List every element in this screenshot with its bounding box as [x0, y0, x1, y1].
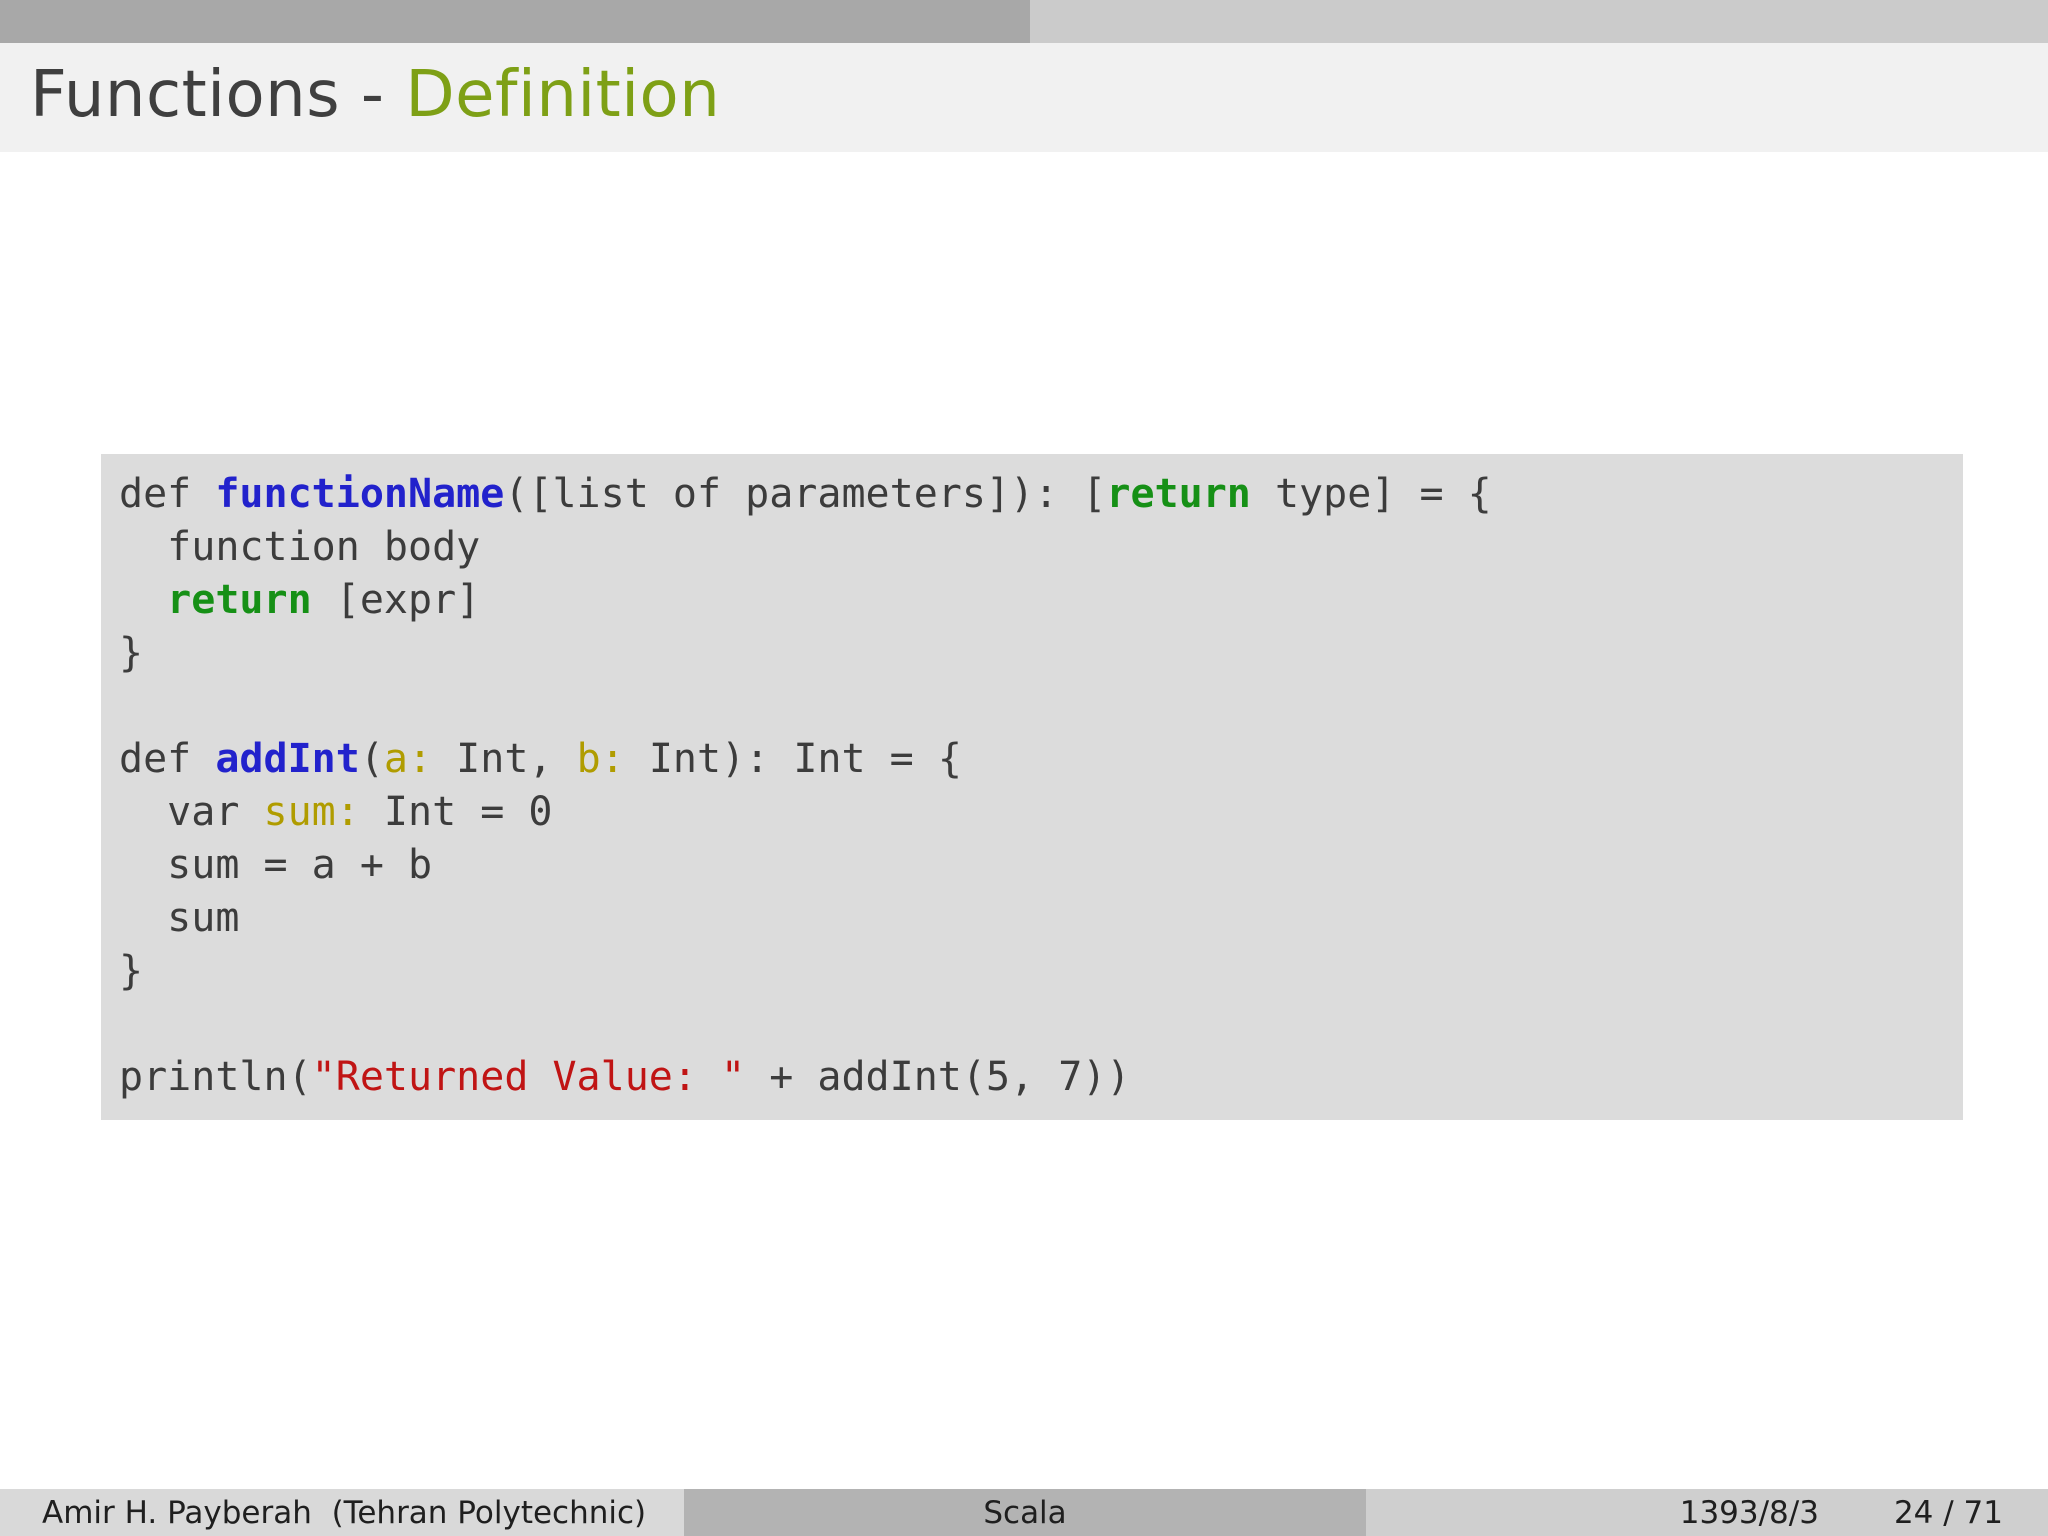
footer-date-page-segment: 1393/8/3 24 / 71 [1366, 1489, 2048, 1536]
top-bar-left-segment [0, 0, 1031, 43]
top-bar-right-segment [1030, 0, 2048, 43]
code-token: def [119, 736, 216, 782]
footer-bar: Amir H. Payberah (Tehran Polytechnic) Sc… [0, 1489, 2048, 1536]
code-token: Int = 0 [359, 789, 553, 835]
page-title-accent: Definition [405, 57, 721, 132]
code-line: println("Returned Value: " + addInt(5, 7… [119, 1051, 1963, 1104]
code-token: a: [383, 736, 433, 782]
code-line: var sum: Int = 0 [119, 786, 1963, 839]
frame-title-bar: Functions - Definition [0, 43, 2048, 152]
code-token: [expr] [311, 577, 481, 623]
code-token: + addInt(5, 7)) [745, 1054, 1131, 1100]
top-bar [0, 0, 2048, 43]
footer-date: 1393/8/3 [1679, 1494, 1819, 1531]
code-line: } [119, 945, 1963, 998]
footer-author-segment: Amir H. Payberah (Tehran Polytechnic) [0, 1489, 685, 1536]
code-token: sum = a + b [119, 842, 433, 888]
code-token: def [119, 471, 216, 517]
code-block: def functionName([list of parameters]): … [101, 454, 1963, 1120]
code-line: def addInt(a: Int, b: Int): Int = { [119, 733, 1963, 786]
footer-deck-title-segment: Scala [684, 1489, 1366, 1536]
code-line: return [expr] [119, 574, 1963, 627]
page-title-main: Functions - [30, 57, 406, 132]
code-token: functionName [215, 471, 505, 517]
code-token: function body [119, 524, 481, 570]
code-line: def functionName([list of parameters]): … [119, 468, 1963, 521]
presentation-slide: Functions - Definition def functionName(… [0, 0, 2048, 1536]
code-token: type] = { [1250, 471, 1492, 517]
footer-deck-title: Scala [983, 1494, 1067, 1531]
code-token: b: [576, 736, 625, 782]
code-line: sum [119, 892, 1963, 945]
code-line: } [119, 627, 1963, 680]
code-token: return [167, 577, 312, 623]
code-token: return [1106, 471, 1251, 517]
code-line: sum = a + b [119, 839, 1963, 892]
code-token: sum [119, 895, 240, 941]
code-token: sum: [263, 789, 360, 835]
footer-author: Amir H. Payberah (Tehran Polytechnic) [42, 1494, 647, 1531]
code-token: Int, [432, 736, 577, 782]
footer-page-number: 24 / 71 [1893, 1494, 2003, 1531]
code-line: function body [119, 521, 1963, 574]
code-token: "Returned Value: " [311, 1054, 746, 1100]
code-token: println( [119, 1054, 312, 1100]
code-token: } [119, 948, 144, 994]
code-token: } [119, 630, 144, 676]
code-token: var [119, 789, 264, 835]
page-title: Functions - Definition [0, 58, 720, 138]
code-token: Int): Int = { [624, 736, 962, 782]
code-token: addInt [215, 736, 360, 782]
code-token: ( [359, 736, 384, 782]
code-token: ([list of parameters]): [ [504, 471, 1107, 517]
